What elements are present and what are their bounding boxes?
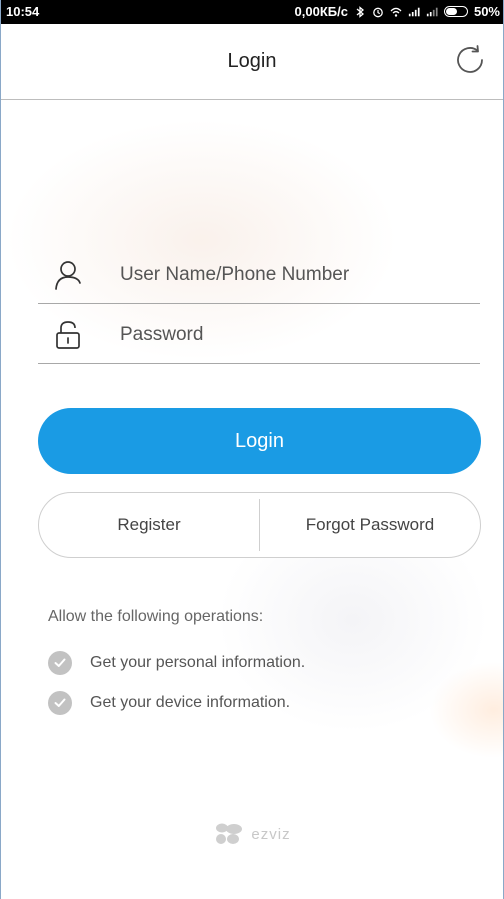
battery-percent: 50% bbox=[473, 4, 500, 19]
username-field bbox=[38, 246, 480, 304]
net-speed: 0,00КБ/с bbox=[294, 4, 348, 19]
brand-logo: ezviz bbox=[0, 822, 504, 846]
alarm-icon bbox=[373, 7, 383, 17]
signal-icon bbox=[408, 7, 420, 16]
register-button[interactable]: Register bbox=[39, 493, 259, 557]
status-bar: 10:54 0,00КБ/с 50% bbox=[0, 0, 504, 24]
username-input[interactable] bbox=[120, 258, 460, 292]
permission-item: Get your device information. bbox=[48, 690, 290, 716]
status-time: 10:54 bbox=[6, 4, 40, 19]
permission-text: Get your personal information. bbox=[90, 654, 306, 671]
status-right: 0,00КБ/с 50% bbox=[295, 4, 500, 19]
user-icon bbox=[55, 261, 81, 290]
password-input[interactable] bbox=[120, 318, 460, 352]
forgot-password-button[interactable]: Forgot Password bbox=[260, 493, 480, 557]
lock-icon bbox=[56, 321, 80, 349]
permission-text: Get your device information. bbox=[90, 694, 291, 711]
refresh-icon bbox=[457, 45, 483, 73]
wifi-icon bbox=[390, 7, 402, 17]
check-icon bbox=[48, 691, 72, 715]
ezviz-logo-icon bbox=[216, 823, 243, 844]
refresh-button[interactable] bbox=[450, 40, 490, 80]
bluetooth-icon bbox=[356, 5, 364, 18]
battery-icon bbox=[443, 6, 468, 17]
page-title: Login bbox=[227, 50, 277, 72]
permissions-title: Allow the following operations: bbox=[48, 608, 264, 625]
check-icon bbox=[48, 651, 72, 675]
secondary-actions: Register Forgot Password bbox=[38, 492, 481, 558]
signal-icon-2 bbox=[426, 7, 438, 16]
login-button[interactable]: Login bbox=[38, 408, 481, 474]
brand-name: ezviz bbox=[251, 825, 291, 843]
password-field bbox=[38, 306, 480, 364]
permission-item: Get your personal information. bbox=[48, 650, 305, 676]
app-header: Login bbox=[0, 24, 504, 100]
